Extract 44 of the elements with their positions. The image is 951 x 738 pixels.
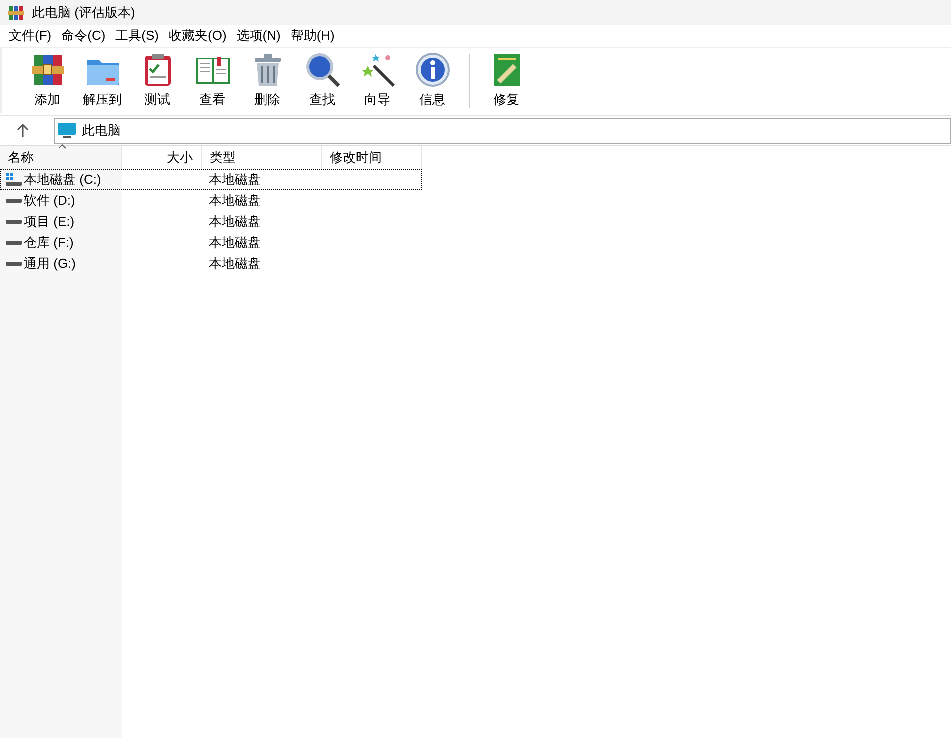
table-row[interactable]: 本地磁盘 (C:) 本地磁盘: [0, 169, 422, 190]
drive-name: 本地磁盘 (C:): [24, 170, 102, 189]
column-header[interactable]: 修改时间: [322, 146, 422, 169]
menu-item[interactable]: 文件(F): [4, 25, 57, 47]
toolbar-button[interactable]: 测试: [130, 52, 185, 110]
table-cell-text: 本地磁盘: [208, 234, 262, 252]
toolbar-button[interactable]: 向导: [350, 52, 405, 110]
menu-item[interactable]: 选项(N): [232, 25, 286, 47]
toolbar-button[interactable]: 修复: [479, 52, 534, 110]
search-icon: [304, 52, 340, 88]
toolbar-button[interactable]: 查看: [185, 52, 240, 110]
toolbar-button[interactable]: 添加: [20, 52, 75, 110]
address-field[interactable]: 此电脑: [54, 118, 951, 144]
menu-item[interactable]: 帮助(H): [286, 25, 340, 47]
app-icon: [8, 4, 24, 20]
up-arrow-icon: [17, 124, 29, 138]
toolbar-button[interactable]: 信息: [405, 52, 460, 110]
table-cell-text: 本地磁盘: [208, 192, 262, 210]
sort-caret-icon: [58, 144, 67, 149]
window-title: 此电脑 (评估版本): [32, 4, 136, 22]
magic-wand-icon: [360, 52, 396, 88]
table-row[interactable]: 项目 (E:) 本地磁盘: [0, 211, 422, 232]
menu-item[interactable]: 工具(S): [110, 25, 164, 47]
table-cell-text: 本地磁盘: [208, 170, 262, 189]
drive-name: 项目 (E:): [24, 212, 75, 231]
table-row[interactable]: 通用 (G:) 本地磁盘: [0, 253, 422, 274]
column-header[interactable]: 大小: [122, 146, 202, 169]
table-row[interactable]: 仓库 (F:) 本地磁盘: [0, 232, 422, 253]
toolbar-button[interactable]: 查找: [295, 52, 350, 110]
toolbar-button[interactable]: 解压到: [75, 52, 130, 110]
menu-item[interactable]: 命令(C): [56, 25, 111, 47]
monitor-icon: [58, 122, 76, 138]
drive-name: 通用 (G:): [24, 254, 76, 273]
column-header[interactable]: 类型: [202, 146, 322, 169]
toolbar-button[interactable]: 删除: [240, 52, 295, 110]
info-icon: [414, 52, 450, 88]
drive-name: 仓库 (F:): [24, 234, 74, 252]
menu-item[interactable]: 收藏夹(O): [164, 25, 232, 47]
system-drive-icon: [6, 172, 22, 186]
table-cell-text: 本地磁盘: [208, 212, 262, 231]
table-row[interactable]: 软件 (D:) 本地磁盘: [0, 190, 422, 211]
table-cell-text: 本地磁盘: [208, 254, 262, 273]
column-header[interactable]: 名称: [0, 146, 122, 169]
drive-name: 软件 (D:): [24, 192, 76, 210]
